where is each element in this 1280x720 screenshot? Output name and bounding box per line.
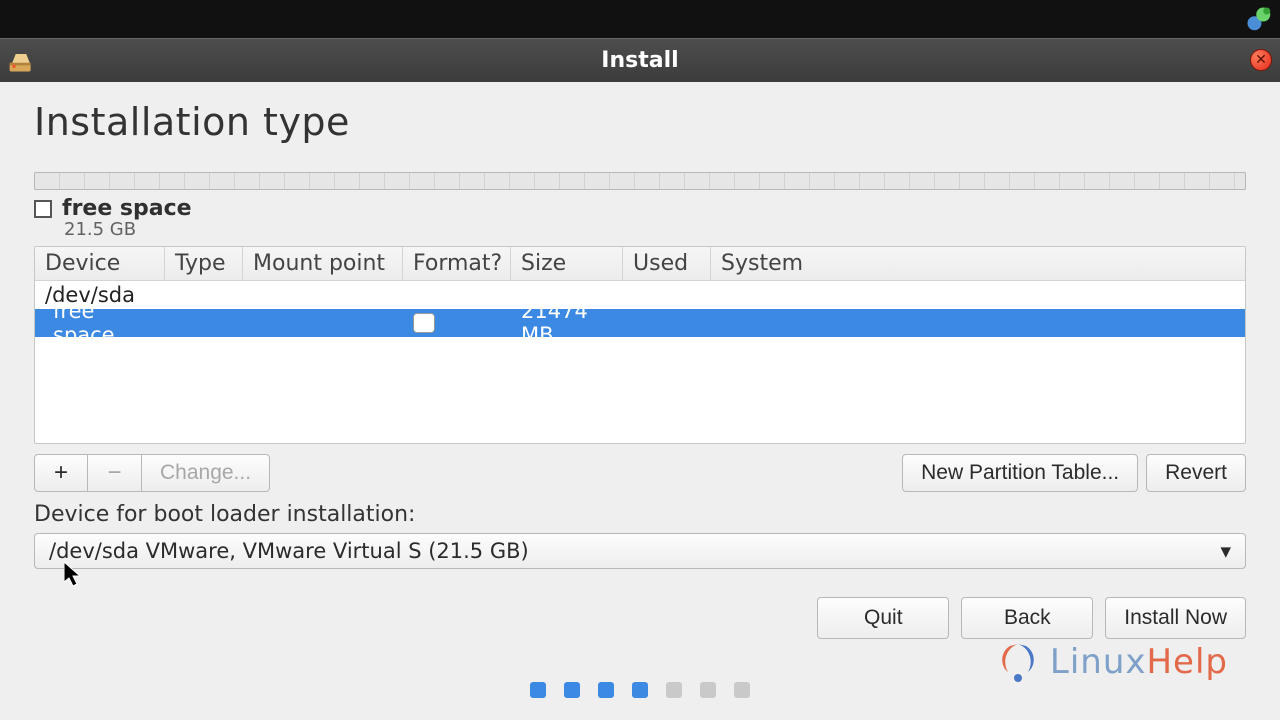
step-dot [530, 682, 546, 698]
change-partition-button[interactable]: Change... [142, 454, 270, 492]
chevron-down-icon: ▾ [1220, 539, 1231, 563]
partition-toolbar: + − Change... New Partition Table... Rev… [34, 454, 1246, 492]
legend-swatch-icon [34, 200, 52, 218]
checkbox-icon[interactable] [413, 313, 435, 333]
cell-size: 21474 MB [511, 309, 623, 337]
watermark-logo: LinuxHelp [996, 640, 1228, 684]
col-used[interactable]: Used [623, 247, 711, 280]
legend-size: 21.5 GB [64, 219, 1246, 240]
app-icon [6, 46, 36, 76]
col-type[interactable]: Type [165, 247, 243, 280]
disk-legend: free space [34, 196, 1246, 221]
revert-button[interactable]: Revert [1146, 454, 1246, 492]
step-dot [666, 682, 682, 698]
step-dot [598, 682, 614, 698]
bootloader-device-select[interactable]: /dev/sda VMware, VMware Virtual S (21.5 … [34, 533, 1246, 569]
col-format[interactable]: Format? [403, 247, 511, 280]
step-dot [734, 682, 750, 698]
table-header: Device Type Mount point Format? Size Use… [35, 247, 1245, 281]
cell-format [403, 309, 511, 337]
wizard-nav: Quit Back Install Now [34, 597, 1246, 639]
cell-device: free space [35, 309, 165, 337]
col-mount[interactable]: Mount point [243, 247, 403, 280]
desktop: Install ✕ Installation type free space 2… [0, 0, 1280, 720]
back-button[interactable]: Back [961, 597, 1093, 639]
new-partition-table-button[interactable]: New Partition Table... [902, 454, 1138, 492]
install-now-button[interactable]: Install Now [1105, 597, 1246, 639]
brand-linux: Linux [1050, 642, 1147, 682]
bootloader-value: /dev/sda VMware, VMware Virtual S (21.5 … [49, 539, 529, 563]
legend-label: free space [62, 196, 192, 221]
logo-icon [996, 640, 1040, 684]
table-row[interactable]: free space 21474 MB [35, 309, 1245, 337]
partition-table: Device Type Mount point Format? Size Use… [34, 246, 1246, 444]
close-icon[interactable]: ✕ [1250, 49, 1272, 71]
disk-usage-bar[interactable] [34, 172, 1246, 190]
col-system[interactable]: System [711, 247, 1245, 280]
installer-window: Installation type free space 21.5 GB Dev… [0, 82, 1280, 720]
col-device[interactable]: Device [35, 247, 165, 280]
step-indicator [530, 682, 750, 698]
add-partition-button[interactable]: + [34, 454, 88, 492]
page-title: Installation type [34, 100, 1246, 144]
remove-partition-button[interactable]: − [88, 454, 142, 492]
table-row[interactable]: /dev/sda [35, 281, 1245, 309]
step-dot [564, 682, 580, 698]
step-dot [632, 682, 648, 698]
top-panel [0, 0, 1280, 38]
step-dot [700, 682, 716, 698]
quit-button[interactable]: Quit [817, 597, 949, 639]
window-titlebar: Install ✕ [0, 38, 1280, 82]
brand-help: Help [1146, 642, 1228, 682]
bootloader-label: Device for boot loader installation: [34, 502, 1246, 527]
network-status-icon[interactable] [1244, 4, 1272, 32]
window-title: Install [601, 48, 678, 73]
col-size[interactable]: Size [511, 247, 623, 280]
